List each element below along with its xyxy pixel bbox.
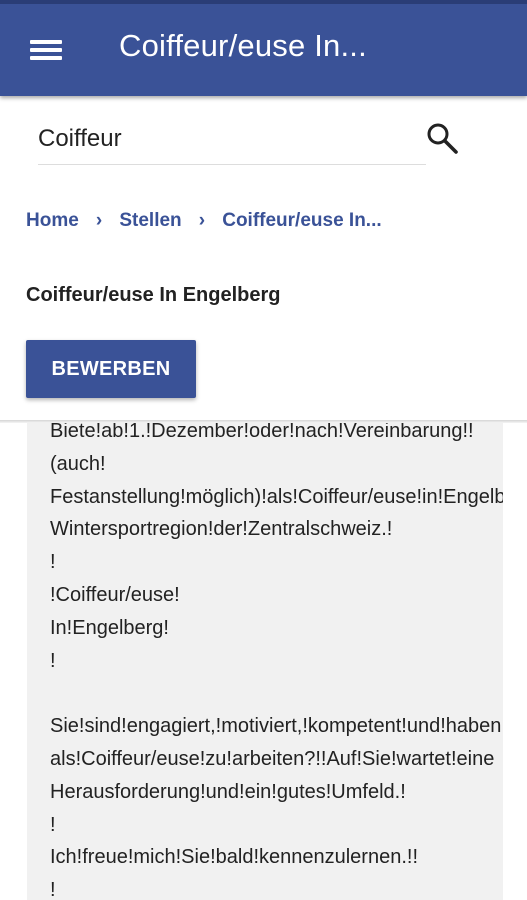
document-line: In!Engelberg! xyxy=(50,616,169,639)
document-line: Biete!ab!1.!Dezember!oder!nach!Vereinbar… xyxy=(50,423,474,442)
document-line: ! xyxy=(50,649,56,672)
chevron-right-icon: › xyxy=(95,210,103,231)
chevron-right-icon: › xyxy=(198,210,206,231)
hamburger-menu-icon[interactable] xyxy=(22,30,70,70)
search-field xyxy=(38,108,426,165)
job-title: Coiffeur/euse In Engelberg xyxy=(26,284,281,306)
app-bar: Coiffeur/euse In... xyxy=(0,0,527,96)
document-line: Wintersportregion!der!Zentralschweiz.! xyxy=(50,518,393,541)
document-line: Festanstellung!möglich)!als!Coiffeur/eus… xyxy=(50,485,503,508)
document-text: Biete!ab!1.!Dezember!oder!nach!Vereinbar… xyxy=(50,423,503,900)
search-input[interactable] xyxy=(38,122,418,156)
document-line: ! xyxy=(50,813,56,836)
job-description-document[interactable]: Biete!ab!1.!Dezember!oder!nach!Vereinbar… xyxy=(27,423,503,900)
apply-button[interactable]: BEWERBEN xyxy=(26,340,196,398)
breadcrumb-stellen[interactable]: Stellen xyxy=(119,210,181,231)
document-line: Ich!freue!mich!Sie!bald!kennenzulernen.!… xyxy=(50,846,418,869)
document-line: (auch! xyxy=(50,452,106,475)
document-line: ! xyxy=(50,551,56,574)
breadcrumb-home[interactable]: Home xyxy=(26,210,79,231)
app-title: Coiffeur/euse In... xyxy=(119,28,367,63)
document-line: ! xyxy=(50,879,56,900)
document-line xyxy=(50,677,503,710)
document-line: !Coiffeur/euse! xyxy=(50,583,180,606)
status-bar-strip xyxy=(0,0,527,4)
breadcrumb: Home › Stellen › Coiffeur/euse In... xyxy=(26,210,382,236)
document-line: als!Coiffeur/euse!zu!arbeiten?!!Auf!Sie!… xyxy=(50,747,495,770)
search-icon[interactable] xyxy=(424,120,460,156)
document-line: Sie!sind!engagiert,!motiviert,!kompetent… xyxy=(50,715,503,738)
breadcrumb-current[interactable]: Coiffeur/euse In... xyxy=(222,210,381,231)
document-line: Herausforderung!und!ein!gutes!Umfeld.! xyxy=(50,780,406,803)
